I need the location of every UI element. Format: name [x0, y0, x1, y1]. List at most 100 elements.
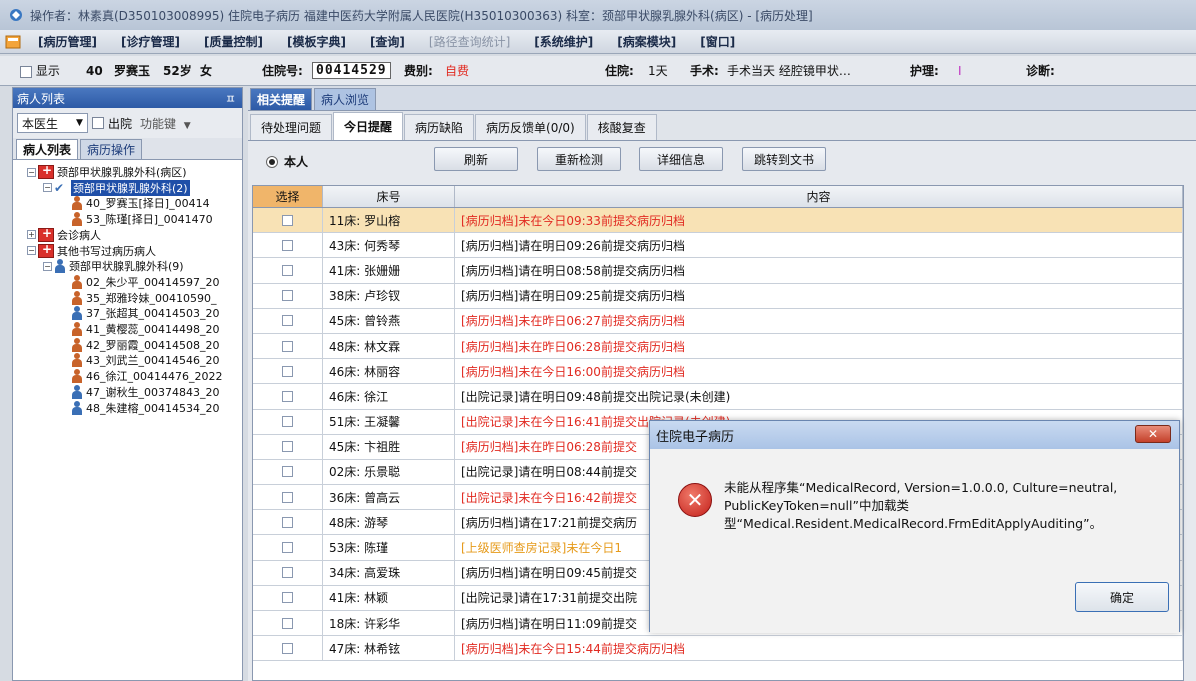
table-row[interactable]: 38床: 卢珍钗 [病历归档]请在明日09:25前提交病历归档 — [253, 283, 1183, 309]
menu-item[interactable]: [质量控制] — [192, 33, 275, 50]
goto-document-button[interactable]: 跳转到文书 — [742, 147, 826, 171]
discharged-checkbox[interactable] — [91, 117, 104, 129]
menu-item[interactable]: [系统维护] — [522, 33, 605, 50]
self-radio[interactable]: 本人 — [266, 153, 308, 170]
tab-record-operations[interactable]: 病历操作 — [80, 139, 143, 159]
row-checkbox[interactable] — [282, 617, 293, 629]
patient-tree: −颈部甲状腺乳腺外科(病区)−✔颈部甲状腺乳腺外科(2)40_罗赛玉[择日]_0… — [13, 160, 242, 680]
tree-node[interactable]: 42_罗丽霞_00414508_20 — [71, 337, 219, 353]
function-key-button[interactable]: 功能键 ▼ — [140, 115, 191, 132]
table-row[interactable]: 41床: 张姗姗 [病历归档]请在明日08:58前提交病历归档 — [253, 258, 1183, 284]
tree-node[interactable]: − 其他书写过病历病人 — [27, 242, 156, 259]
row-checkbox[interactable] — [282, 290, 293, 302]
tree-node[interactable]: 41_黄樱蕊_00414498_20 — [71, 321, 219, 337]
details-button[interactable]: 详细信息 — [639, 147, 723, 171]
close-icon[interactable]: ✕ — [1135, 425, 1171, 443]
row-checkbox[interactable] — [282, 466, 293, 478]
menu-item[interactable]: [查询] — [358, 33, 417, 50]
ok-button[interactable]: 确定 — [1075, 582, 1169, 612]
bed-cell: 11床: 罗山榕 — [323, 208, 455, 233]
tab-patient-list[interactable]: 病人列表 — [16, 139, 79, 159]
row-checkbox[interactable] — [282, 239, 293, 251]
tree-node[interactable]: 43_刘武兰_00414546_20 — [71, 352, 219, 368]
table-row[interactable]: 47床: 林希铉 [病历归档]未在今日15:44前提交病历归档 — [253, 636, 1183, 662]
menu-item[interactable]: [窗口] — [688, 33, 747, 50]
menu-item[interactable]: [病历管理] — [26, 33, 109, 50]
window-title: 操作者：林素真(D350103008995) 住院电子病历 福建中医药大学附属人… — [30, 8, 813, 23]
menu-item[interactable]: [路径查询统计] — [417, 33, 522, 50]
tree-node[interactable]: − 颈部甲状腺乳腺外科(病区) — [27, 163, 187, 180]
tree-node-label: 其他书写过病历病人 — [57, 244, 156, 258]
tree-node[interactable]: 48_朱建榕_00414534_20 — [71, 400, 219, 416]
table-row[interactable]: 46床: 林丽容 [病历归档]未在今日16:00前提交病历归档 — [253, 359, 1183, 385]
menu-item[interactable]: [诊疗管理] — [109, 33, 192, 50]
menu-item[interactable]: [病案模块] — [605, 33, 688, 50]
row-checkbox[interactable] — [282, 390, 293, 402]
content-column-header[interactable]: 内容 — [455, 186, 1183, 207]
doctor-combo[interactable]: 本医生 ▼ — [17, 113, 88, 133]
tab-reminders[interactable]: 相关提醒 — [250, 88, 313, 110]
row-checkbox[interactable] — [282, 315, 293, 327]
tree-node[interactable]: − ✔ 颈部甲状腺乳腺外科(2) — [43, 179, 190, 196]
select-cell — [253, 283, 323, 308]
collapse-icon[interactable]: − — [43, 183, 52, 193]
tree-node[interactable]: + 会诊病人 — [27, 226, 101, 243]
table-row[interactable]: 46床: 徐江 [出院记录]请在明日09:48前提交出院记录(未创建) — [253, 384, 1183, 410]
refresh-button[interactable]: 刷新 — [434, 147, 518, 171]
menu-app-icon[interactable] — [0, 31, 26, 53]
row-checkbox[interactable] — [282, 365, 293, 377]
show-toggle[interactable]: 显示 — [20, 62, 60, 79]
content-cell: [病历归档]请在明日09:26前提交病历归档 — [455, 233, 1183, 258]
tree-node[interactable]: 02_朱少平_00414597_20 — [71, 274, 219, 290]
row-checkbox[interactable] — [282, 567, 293, 579]
row-checkbox[interactable] — [282, 491, 293, 503]
recheck-button[interactable]: 重新检测 — [537, 147, 621, 171]
row-checkbox[interactable] — [282, 516, 293, 528]
select-column-header[interactable]: 选择 — [253, 186, 323, 207]
select-cell — [253, 384, 323, 409]
fee-value: 自费 — [445, 64, 470, 78]
select-cell — [253, 308, 323, 333]
expand-icon[interactable]: + — [27, 230, 36, 240]
tab-feedback[interactable]: 病历反馈单(0/0) — [475, 114, 586, 140]
row-checkbox[interactable] — [282, 264, 293, 276]
table-row[interactable]: 43床: 何秀琴 [病历归档]请在明日09:26前提交病历归档 — [253, 233, 1183, 259]
tab-record-defects[interactable]: 病历缺陷 — [404, 114, 475, 140]
collapse-icon[interactable]: − — [43, 261, 52, 271]
tree-node[interactable]: 37_张超其_00414503_20 — [71, 305, 219, 321]
row-checkbox[interactable] — [282, 416, 293, 428]
discharged-label: 出院 — [107, 116, 132, 131]
tree-node[interactable]: 35_郑雅玲妹_00410590_ — [71, 290, 217, 306]
stay-value: 1天 — [648, 64, 668, 78]
tab-today-reminders[interactable]: 今日提醒 — [333, 112, 404, 140]
toolbar: 本人 刷新 重新检测 详细信息 跳转到文书 — [248, 141, 1196, 177]
row-checkbox[interactable] — [282, 340, 293, 352]
collapse-icon[interactable]: − — [27, 167, 36, 177]
tab-pending-issues[interactable]: 待处理问题 — [250, 114, 333, 140]
row-checkbox[interactable] — [282, 592, 293, 604]
tree-node[interactable]: 47_谢秋生_00374843_20 — [71, 384, 219, 400]
bed-cell: 53床: 陈瑾 — [323, 535, 455, 560]
table-row[interactable]: 11床: 罗山榕 [病历归档]未在今日09:33前提交病历归档 — [253, 208, 1183, 234]
row-checkbox[interactable] — [282, 214, 293, 226]
tab-nucleic-acid[interactable]: 核酸复查 — [586, 114, 657, 140]
tree-node[interactable]: 46_徐江_00414476_2022 — [71, 368, 222, 384]
tree-node[interactable]: 40_罗赛玉[择日]_00414 — [71, 195, 210, 211]
menu-item[interactable]: [模板字典] — [275, 33, 358, 50]
tree-node[interactable]: 53_陈瑾[择日]_0041470 — [71, 211, 213, 227]
bed-column-header[interactable]: 床号 — [323, 186, 455, 207]
tab-patient-browse[interactable]: 病人浏览 — [314, 88, 377, 110]
collapse-icon[interactable]: − — [27, 246, 36, 255]
admission-no-field[interactable]: 00414529 — [312, 62, 391, 79]
row-checkbox[interactable] — [282, 642, 293, 654]
row-checkbox[interactable] — [282, 441, 293, 453]
tree-node[interactable]: − 颈部甲状腺乳腺外科(9) — [43, 258, 184, 274]
surgery-label: 手术: — [690, 64, 719, 78]
show-checkbox[interactable] — [20, 65, 32, 78]
table-row[interactable]: 48床: 林文霖 [病历归档]未在昨日06:28前提交病历归档 — [253, 333, 1183, 360]
pin-icon[interactable]: ㅍ — [225, 90, 236, 107]
table-row[interactable]: 45床: 曾铃燕 [病历归档]未在昨日06:27前提交病历归档 — [253, 308, 1183, 334]
row-checkbox[interactable] — [282, 542, 293, 554]
stay-label: 住院: — [605, 64, 634, 78]
patient-list-panel: 病人列表 ㅍ 本医生 ▼ 出院 功能键 ▼ 病人列表 病历操作 −颈部甲状腺乳腺… — [12, 87, 243, 681]
